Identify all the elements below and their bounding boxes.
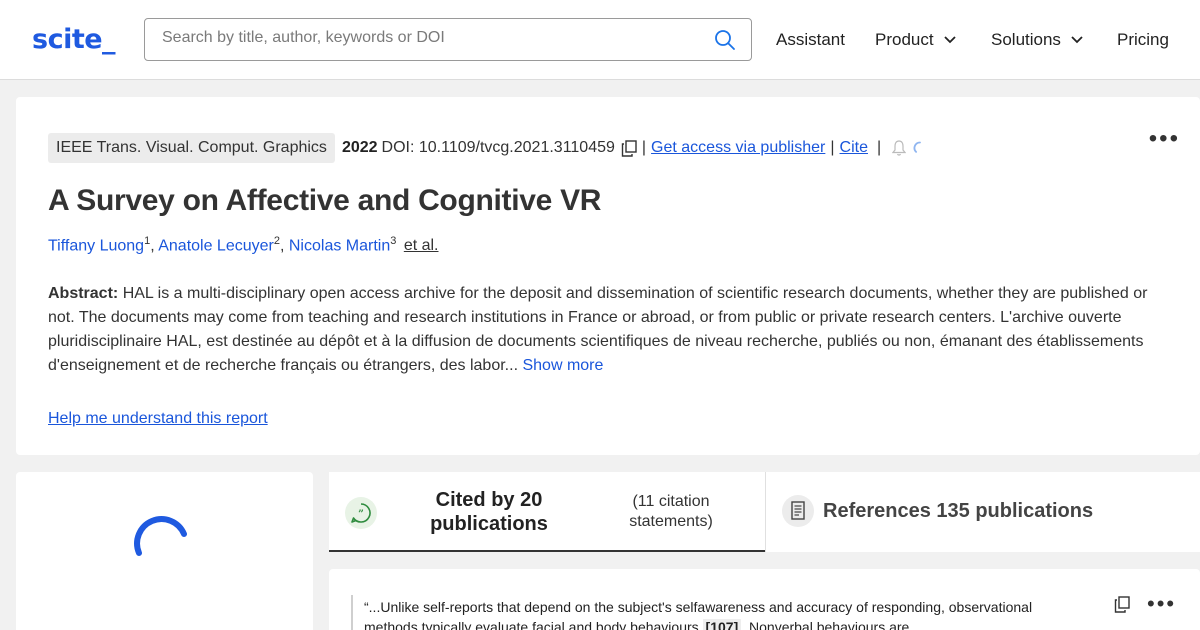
chevron-down-icon [943, 36, 956, 44]
paper-card: IEEE Trans. Visual. Comput. Graphics 202… [16, 97, 1200, 455]
nav-assistant[interactable]: Assistant [776, 30, 845, 50]
abstract: Abstract: HAL is a multi-disciplinary op… [48, 282, 1168, 378]
more-options-icon[interactable]: ••• [1149, 125, 1180, 153]
separator: | [876, 139, 882, 156]
left-panel [16, 472, 313, 630]
author-link[interactable]: Anatole Lecuyer [158, 237, 274, 254]
citation-statements-count: (11 citation statements) [629, 493, 713, 530]
author-affiliation-number: 1 [144, 235, 151, 247]
citation-tabs: ” Cited by 20 publications (11 citation … [329, 472, 1200, 552]
author-affiliation-number: 3 [390, 235, 397, 247]
show-more-link[interactable]: Show more [522, 357, 603, 374]
search-input[interactable] [162, 29, 702, 47]
chevron-down-icon [1071, 36, 1083, 44]
cited-by-label: Cited by 20 publications [430, 489, 548, 535]
access-publisher-link[interactable]: Get access via publisher [651, 139, 825, 157]
chat-bubble-icon: ” [345, 497, 377, 529]
paper-meta-row: IEEE Trans. Visual. Comput. Graphics 202… [48, 133, 927, 163]
nav-assistant-label: Assistant [776, 30, 845, 49]
citation-snippet: “...Unlike self-reports that depend on t… [364, 597, 1064, 630]
top-header: scite_ Assistant Product Solutions Prici… [0, 0, 1200, 80]
nav-product-label: Product [875, 30, 934, 49]
publication-year: 2022 [341, 139, 378, 156]
search-box[interactable] [144, 18, 752, 61]
copy-icon[interactable] [1114, 596, 1130, 613]
citation-statement-card: “...Unlike self-reports that depend on t… [329, 569, 1200, 630]
copy-icon[interactable] [621, 139, 637, 157]
abstract-label: Abstract: [48, 285, 119, 302]
loading-spinner-icon [913, 141, 922, 153]
nav-pricing[interactable]: Pricing [1117, 30, 1169, 50]
document-icon [782, 495, 814, 527]
search-icon[interactable] [713, 28, 737, 52]
et-al-link[interactable]: et al. [404, 237, 439, 254]
separator: | [641, 139, 647, 156]
journal-badge: IEEE Trans. Visual. Comput. Graphics [48, 133, 335, 163]
references-label: References 135 publications [823, 500, 1094, 522]
nav-product[interactable]: Product [875, 30, 956, 50]
author-link[interactable]: Nicolas Martin [289, 237, 390, 254]
cite-link[interactable]: Cite [840, 139, 868, 157]
paper-title: A Survey on Affective and Cognitive VR [48, 184, 602, 217]
reference-badge[interactable]: [107] [702, 619, 742, 630]
snippet-text: . Nonverbal behaviours are [741, 619, 910, 630]
author-list: Tiffany Luong1, Anatole Lecuyer2, Nicola… [48, 235, 439, 255]
scite-logo[interactable]: scite_ [32, 24, 116, 55]
doi-text: DOI: 10.1109/tvcg.2021.3110459 [381, 139, 615, 156]
separator: | [830, 139, 835, 156]
help-understand-link[interactable]: Help me understand this report [48, 410, 268, 428]
quote-bar [351, 595, 353, 630]
author-link[interactable]: Tiffany Luong [48, 237, 144, 254]
more-options-icon[interactable]: ••• [1147, 591, 1176, 617]
author-affiliation-number: 2 [273, 235, 280, 247]
tab-references[interactable]: References 135 publications [765, 472, 1200, 552]
svg-text:”: ” [358, 509, 364, 520]
tab-cited-by[interactable]: ” Cited by 20 publications (11 citation … [329, 472, 765, 552]
loading-spinner-icon [134, 516, 187, 556]
nav-pricing-label: Pricing [1117, 30, 1169, 49]
bell-icon[interactable] [892, 140, 907, 156]
nav-solutions[interactable]: Solutions [991, 30, 1083, 50]
snippet-text: “...Unlike self-reports that depend on t… [364, 599, 1033, 630]
nav-solutions-label: Solutions [991, 30, 1061, 49]
